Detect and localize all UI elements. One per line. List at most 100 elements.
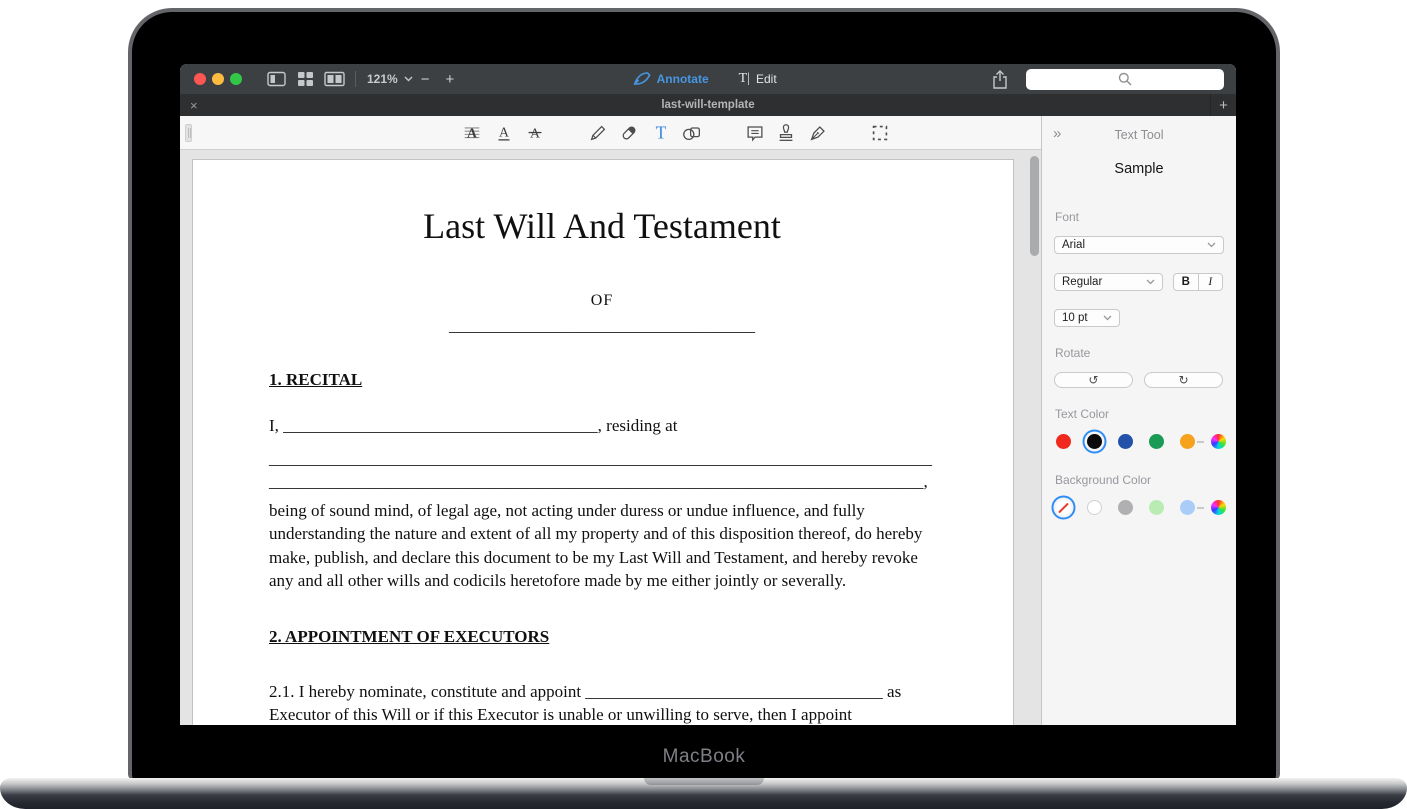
zoom-in-button[interactable]: + bbox=[437, 71, 462, 88]
pencil-tool-button[interactable] bbox=[586, 121, 610, 145]
custom-color-connector bbox=[1197, 507, 1204, 509]
text-color-blue-swatch[interactable] bbox=[1118, 434, 1133, 449]
toolbar-drag-handle[interactable] bbox=[185, 124, 192, 142]
font-style-value: Regular bbox=[1062, 276, 1102, 288]
font-size-select[interactable]: 10 pt bbox=[1054, 309, 1120, 327]
fullscreen-window-button[interactable] bbox=[230, 73, 242, 85]
rotate-ccw-icon: ↺ bbox=[1088, 374, 1098, 386]
address-blank-line-2: ________________________________________… bbox=[269, 470, 935, 494]
recital-text-line: make, publish, and declare this document… bbox=[269, 546, 935, 570]
name-blank-line: ____________________________________ bbox=[269, 316, 935, 336]
bg-color-gray-swatch[interactable] bbox=[1118, 500, 1133, 515]
font-size-value: 10 pt bbox=[1062, 312, 1088, 324]
rotate-counterclockwise-button[interactable]: ↺ bbox=[1054, 372, 1133, 388]
search-icon bbox=[1118, 72, 1132, 86]
font-family-value: Arial bbox=[1062, 239, 1085, 251]
text-color-section-label: Text Color bbox=[1055, 407, 1109, 421]
search-input[interactable] bbox=[1026, 69, 1224, 90]
bold-italic-group: B I bbox=[1173, 273, 1223, 291]
shapes-tool-button[interactable] bbox=[680, 121, 704, 145]
executors-text-line: Executor of this Will or if this Executo… bbox=[269, 703, 935, 725]
document-title: Last Will And Testament bbox=[269, 202, 935, 250]
document-viewport[interactable]: Last Will And Testament OF _____________… bbox=[180, 150, 1041, 725]
annotate-tab[interactable]: Annotate bbox=[634, 72, 709, 86]
chevron-down-icon bbox=[1103, 315, 1112, 321]
note-tool-button[interactable] bbox=[743, 121, 767, 145]
bg-color-blue-swatch[interactable] bbox=[1180, 500, 1195, 515]
executors-text-line: 2.1. I hereby nominate, constitute and a… bbox=[269, 680, 935, 704]
document-page[interactable]: Last Will And Testament OF _____________… bbox=[192, 159, 1014, 725]
bg-color-white-swatch[interactable] bbox=[1087, 500, 1102, 515]
font-section-label: Font bbox=[1055, 210, 1079, 224]
font-family-select[interactable]: Arial bbox=[1054, 236, 1224, 254]
annotate-label: Annotate bbox=[657, 72, 709, 86]
text-color-red-swatch[interactable] bbox=[1056, 434, 1071, 449]
signature-pen-tool-button[interactable] bbox=[806, 121, 830, 145]
rotate-cw-icon: ↻ bbox=[1178, 374, 1188, 386]
address-blank-line-1: ________________________________________… bbox=[269, 447, 935, 471]
document-subtitle: OF bbox=[269, 292, 935, 310]
annotation-toolbar: A A A T bbox=[180, 116, 1041, 150]
laptop-screen-bezel: 121% − + Annotate T| Edit bbox=[128, 8, 1280, 780]
thumbnails-view-button[interactable] bbox=[293, 68, 317, 90]
bold-button[interactable]: B bbox=[1174, 274, 1199, 290]
sidebar-view-button[interactable] bbox=[264, 68, 288, 90]
svg-text:T: T bbox=[656, 122, 667, 142]
svg-text:A: A bbox=[467, 125, 477, 140]
chevron-down-icon bbox=[1146, 279, 1155, 285]
vertical-scrollbar-thumb[interactable] bbox=[1030, 156, 1039, 256]
recital-text-line: being of sound mind, of legal age, not a… bbox=[269, 499, 935, 523]
pdf-app-window: 121% − + Annotate T| Edit bbox=[180, 64, 1236, 725]
rotate-clockwise-button[interactable]: ↻ bbox=[1144, 372, 1223, 388]
zoom-level-value: 121% bbox=[367, 72, 398, 86]
recital-text-line: any and all other wills and codicils her… bbox=[269, 569, 935, 593]
custom-color-connector bbox=[1197, 441, 1204, 443]
highlight-text-tool-button[interactable]: A bbox=[460, 121, 484, 145]
recital-intro-line: I, _____________________________________… bbox=[269, 414, 935, 438]
document-tab-title[interactable]: last-will-template bbox=[180, 99, 1236, 111]
zoom-level-dropdown[interactable]: 121% bbox=[367, 72, 413, 86]
bg-color-none-swatch[interactable] bbox=[1056, 500, 1071, 515]
minimize-window-button[interactable] bbox=[212, 73, 224, 85]
svg-text:A: A bbox=[499, 124, 509, 139]
section1-heading: 1. RECITAL bbox=[269, 370, 935, 390]
strikethrough-tool-button[interactable]: A bbox=[523, 121, 547, 145]
text-color-wheel-swatch[interactable] bbox=[1211, 434, 1226, 449]
section2-heading: 2. APPOINTMENT OF EXECUTORS bbox=[269, 627, 935, 647]
bg-color-green-swatch[interactable] bbox=[1149, 500, 1164, 515]
font-style-select[interactable]: Regular bbox=[1054, 273, 1163, 291]
pen-icon bbox=[634, 72, 651, 86]
mode-switcher: Annotate T| Edit bbox=[634, 71, 777, 87]
panel-title: Text Tool bbox=[1042, 128, 1236, 142]
text-tool-button[interactable]: T bbox=[649, 121, 673, 145]
zoom-out-button[interactable]: − bbox=[413, 71, 438, 88]
edit-label: Edit bbox=[756, 72, 777, 86]
titlebar-divider bbox=[355, 71, 356, 87]
bg-color-wheel-swatch[interactable] bbox=[1211, 500, 1226, 515]
text-style-preview: Sample bbox=[1042, 161, 1236, 177]
eraser-tool-button[interactable] bbox=[617, 121, 641, 145]
stamp-tool-button[interactable] bbox=[774, 121, 798, 145]
window-titlebar: 121% − + Annotate T| Edit bbox=[180, 64, 1236, 94]
underline-tool-button[interactable]: A bbox=[492, 121, 516, 145]
chevron-down-icon bbox=[404, 76, 413, 82]
macbook-brand-label: MacBook bbox=[132, 746, 1276, 768]
rotate-section-label: Rotate bbox=[1055, 346, 1090, 360]
text-color-orange-swatch[interactable] bbox=[1180, 434, 1195, 449]
background-color-section-label: Background Color bbox=[1055, 473, 1151, 487]
share-button[interactable] bbox=[988, 68, 1012, 90]
italic-button[interactable]: I bbox=[1199, 274, 1223, 290]
text-edit-icon: T| bbox=[739, 71, 750, 87]
text-tool-panel: » Text Tool Sample Font Arial Regular B … bbox=[1041, 116, 1236, 725]
recital-text-line: understanding the nature and extent of a… bbox=[269, 522, 935, 546]
selection-tool-button[interactable] bbox=[868, 121, 892, 145]
text-color-green-swatch[interactable] bbox=[1149, 434, 1164, 449]
laptop-base bbox=[0, 778, 1407, 809]
text-color-black-swatch[interactable] bbox=[1087, 434, 1102, 449]
close-window-button[interactable] bbox=[194, 73, 206, 85]
edit-tab[interactable]: T| Edit bbox=[739, 71, 777, 87]
laptop-lid-notch bbox=[644, 778, 764, 785]
chevron-down-icon bbox=[1207, 242, 1216, 248]
two-page-view-button[interactable] bbox=[322, 68, 346, 90]
new-tab-button[interactable]: + bbox=[1210, 94, 1236, 116]
